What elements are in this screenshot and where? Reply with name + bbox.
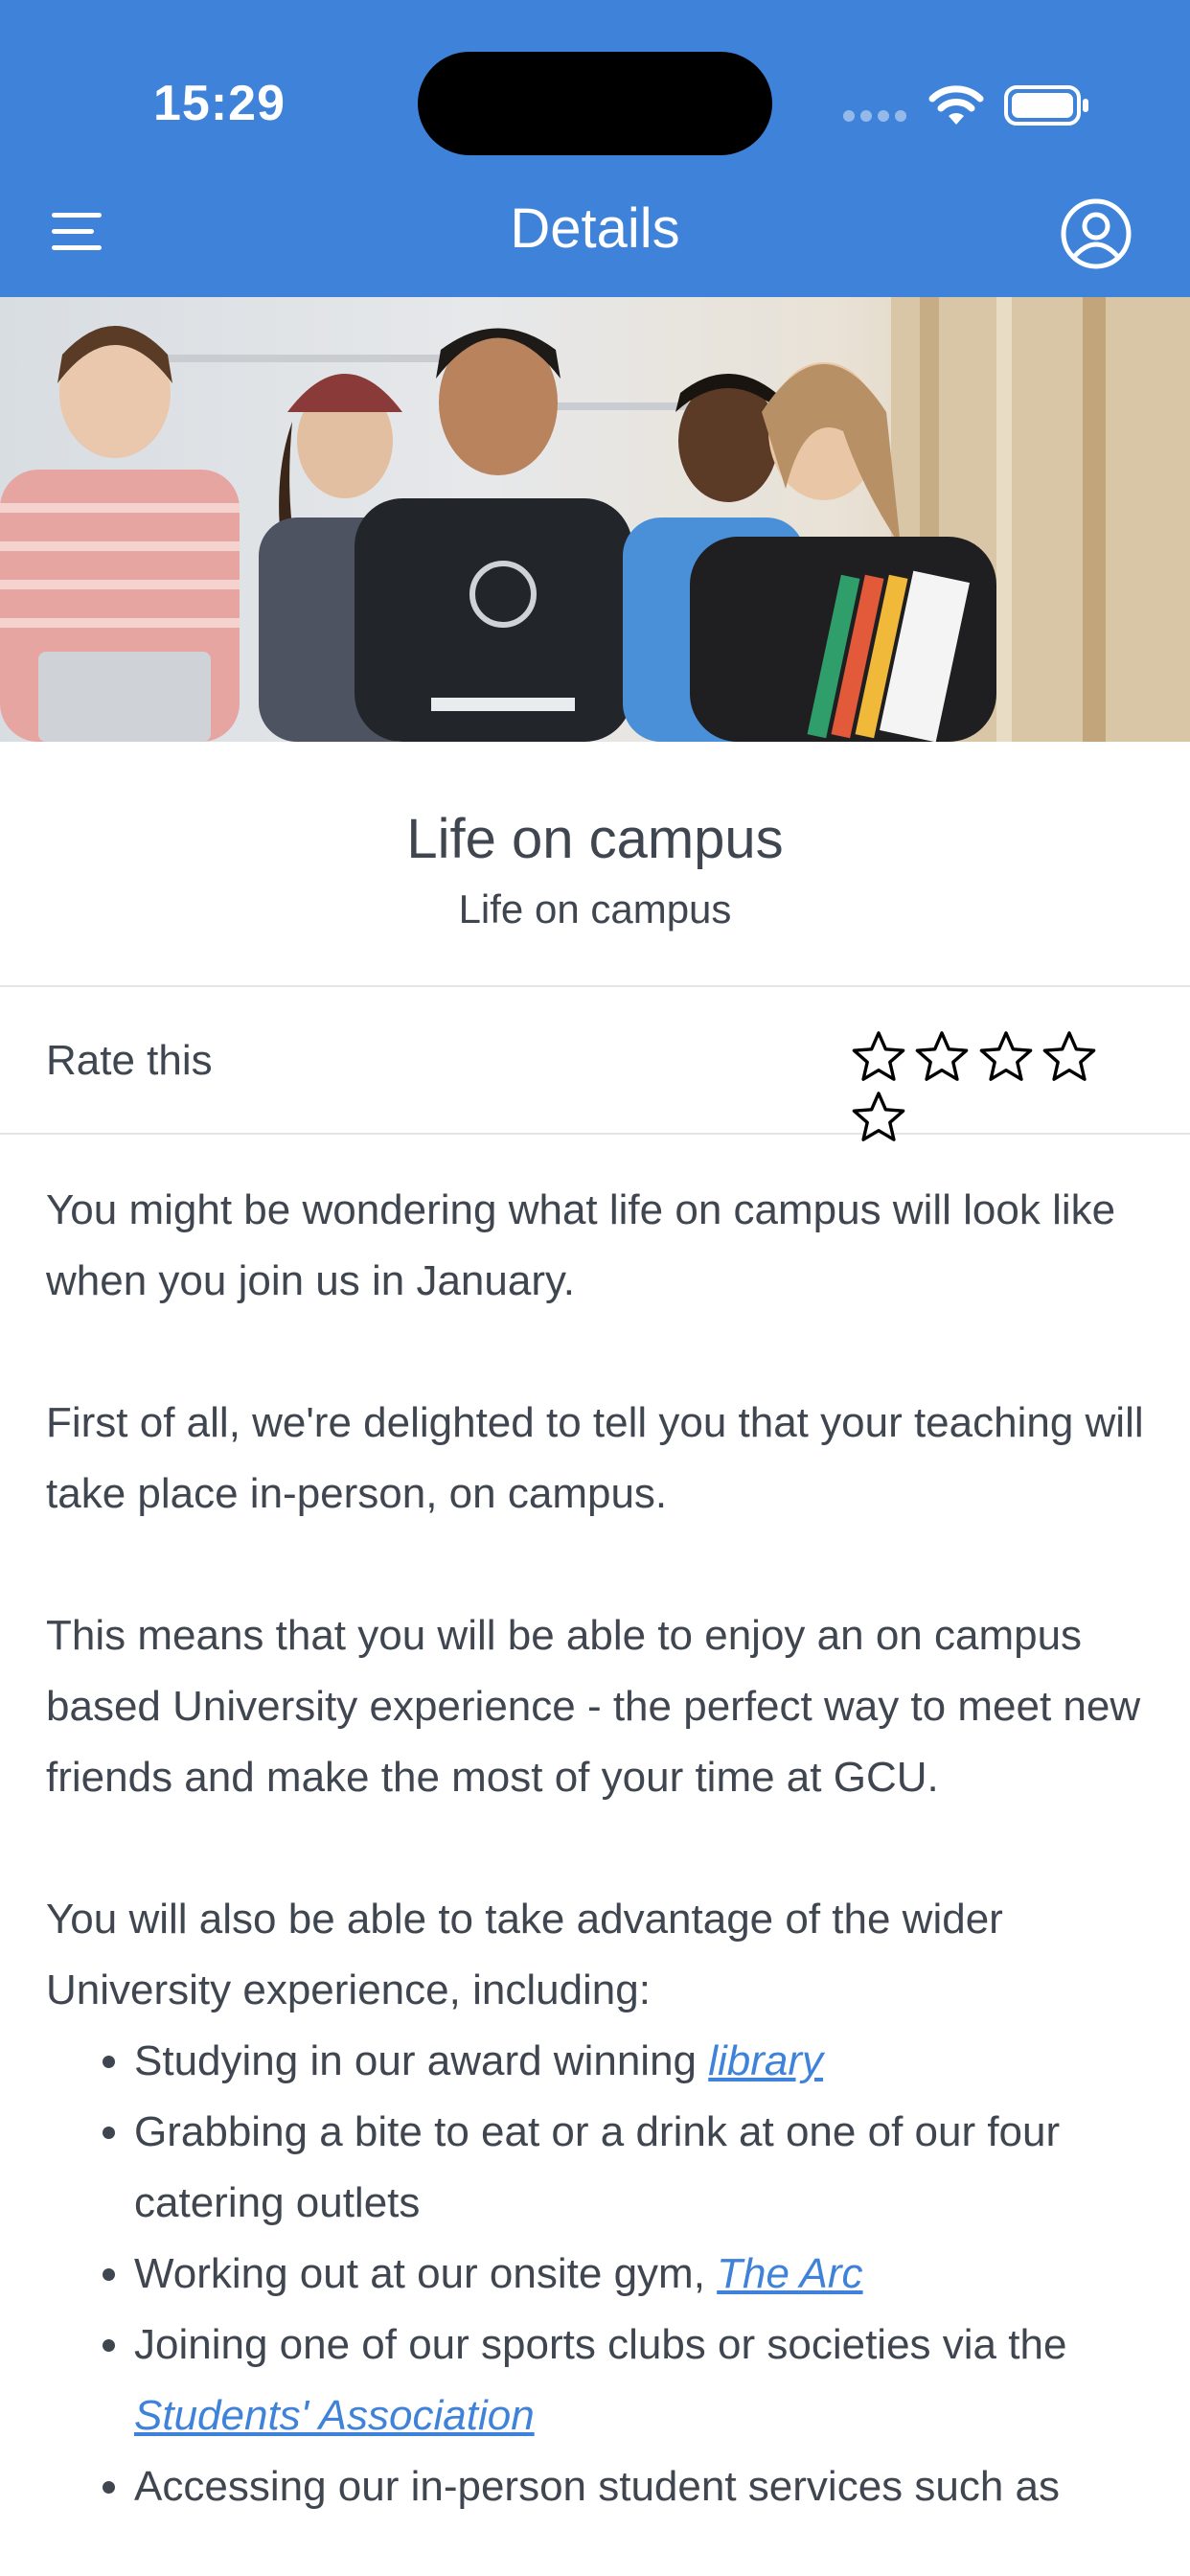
hero-image xyxy=(0,297,1190,742)
account-circle-icon xyxy=(1061,198,1132,269)
article-subtitle: Life on campus xyxy=(458,886,732,932)
list-item: Accessing our in-person student services… xyxy=(134,2451,1148,2522)
page-title: Details xyxy=(510,197,680,260)
the-arc-link[interactable]: The Arc xyxy=(717,2250,862,2297)
top-bar: 15:29 Details xyxy=(0,0,1190,297)
list-item: Studying in our award winning library xyxy=(134,2026,1148,2097)
cellular-signal-icon xyxy=(843,109,912,126)
list-item: Grabbing a bite to eat or a drink at one… xyxy=(134,2097,1148,2239)
benefits-list: Studying in our award winning library Gr… xyxy=(46,2026,1148,2522)
article-title: Life on campus xyxy=(406,808,784,870)
rating-row: Rate this xyxy=(0,987,1190,1141)
list-item-text: Joining one of our sports clubs or socie… xyxy=(134,2321,1067,2368)
library-link[interactable]: library xyxy=(708,2037,823,2084)
students-association-link[interactable]: Students' Association xyxy=(134,2392,535,2439)
list-item-text: Grabbing a bite to eat or a drink at one… xyxy=(134,2108,1061,2226)
status-icons xyxy=(843,80,1159,130)
list-item-text: Working out at our onsite gym, xyxy=(134,2250,718,2297)
paragraph-1: You might be wondering what life on camp… xyxy=(46,1186,1116,1304)
dynamic-island xyxy=(418,52,772,155)
status-time: 15:29 xyxy=(153,76,286,131)
list-item: Joining one of our sports clubs or socie… xyxy=(134,2310,1148,2451)
star-rating[interactable] xyxy=(851,1029,1148,1141)
article-body: You might be wondering what life on camp… xyxy=(46,1175,1148,2522)
paragraph-2: First of all, we're delighted to tell yo… xyxy=(46,1399,1144,1517)
star-4-icon[interactable] xyxy=(1041,1029,1097,1085)
star-2-icon[interactable] xyxy=(914,1029,970,1085)
star-5-icon[interactable] xyxy=(851,1090,906,1145)
paragraph-3: This means that you will be able to enjo… xyxy=(46,1612,1141,1801)
list-item-text: Studying in our award winning xyxy=(134,2037,709,2084)
rating-label: Rate this xyxy=(46,1037,213,1084)
star-1-icon[interactable] xyxy=(851,1029,906,1085)
list-item: Working out at our onsite gym, The Arc xyxy=(134,2239,1148,2310)
profile-button[interactable] xyxy=(1060,197,1133,270)
article-header: Life on campus Life on campus xyxy=(0,742,1190,987)
list-item-text: Accessing our in-person student services… xyxy=(134,2463,1061,2510)
battery-icon xyxy=(1004,85,1088,126)
star-3-icon[interactable] xyxy=(978,1029,1034,1085)
wifi-icon xyxy=(928,85,984,125)
paragraph-4: You will also be able to take advantage … xyxy=(46,1896,1003,2013)
